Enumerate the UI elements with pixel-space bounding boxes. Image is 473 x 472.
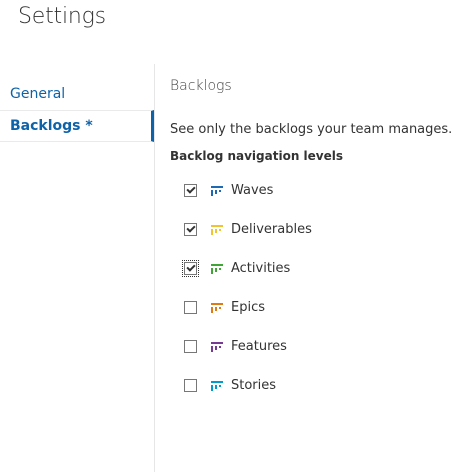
level-checkbox-activities[interactable] [182, 260, 199, 277]
section-description: See only the backlogs your team manages. [170, 122, 453, 137]
page-title: Settings [18, 4, 106, 29]
levels-list: Waves Deliverables Activities Epics Feat… [182, 171, 470, 405]
level-option-epics[interactable]: Epics [184, 288, 470, 327]
level-checkbox-waves[interactable] [184, 184, 197, 197]
level-label: Stories [231, 378, 277, 393]
backlog-icon [211, 263, 223, 274]
nav-item-label: General [10, 86, 66, 102]
section-title: Backlogs [170, 78, 232, 94]
level-checkbox-stories[interactable] [184, 379, 197, 392]
nav-item-label: Backlogs * [10, 118, 93, 134]
level-option-waves[interactable]: Waves [184, 171, 470, 210]
level-label: Deliverables [231, 222, 312, 237]
levels-label: Backlog navigation levels [170, 149, 344, 163]
backlogs-panel: Backlogs See only the backlogs your team… [170, 78, 470, 405]
level-option-deliverables[interactable]: Deliverables [184, 210, 470, 249]
backlog-icon [211, 224, 223, 235]
level-option-stories[interactable]: Stories [184, 366, 470, 405]
level-checkbox-deliverables[interactable] [184, 223, 197, 236]
level-label: Epics [231, 300, 265, 315]
settings-nav: General Backlogs * [0, 78, 154, 142]
backlog-icon [211, 302, 223, 313]
level-option-activities[interactable]: Activities [182, 249, 470, 288]
level-option-features[interactable]: Features [184, 327, 470, 366]
level-checkbox-features[interactable] [184, 340, 197, 353]
level-label: Activities [231, 261, 291, 276]
backlog-icon [211, 185, 223, 196]
level-checkbox-epics[interactable] [184, 301, 197, 314]
level-label: Features [231, 339, 287, 354]
nav-item-general[interactable]: General [0, 78, 154, 110]
nav-item-backlogs[interactable]: Backlogs * [0, 110, 154, 142]
level-label: Waves [231, 183, 274, 198]
backlog-icon [211, 380, 223, 391]
nav-divider [154, 64, 155, 472]
backlog-icon [211, 341, 223, 352]
